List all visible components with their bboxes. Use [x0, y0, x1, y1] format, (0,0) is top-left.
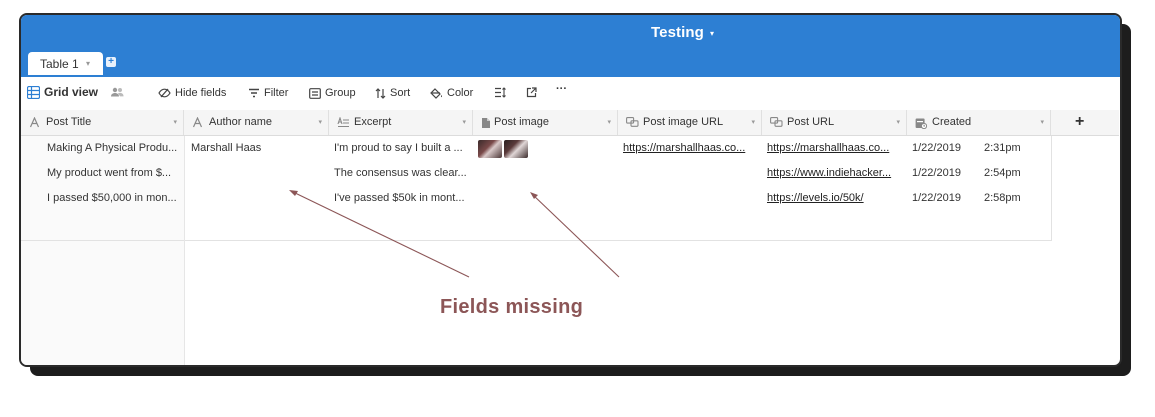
app-window: Testing ▾ Table 1 ▾ + Grid view Hide fie… — [19, 13, 1122, 367]
annotation-label: Fields missing — [440, 296, 584, 318]
